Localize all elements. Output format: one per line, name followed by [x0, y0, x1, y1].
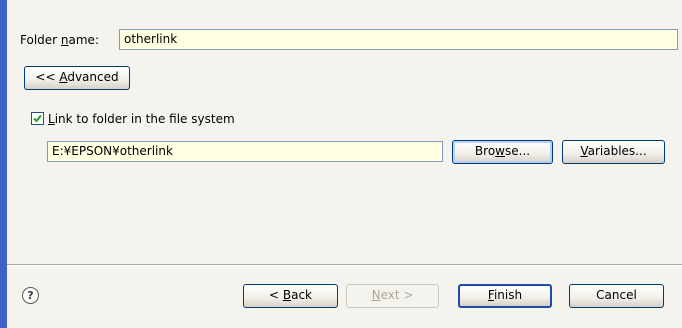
finish-button[interactable]: Finish [458, 284, 552, 308]
folder-name-input[interactable]: otherlink [119, 29, 678, 50]
link-path-input[interactable]: E:¥EPSON¥otherlink [47, 141, 443, 162]
link-path-value: E:¥EPSON¥otherlink [52, 144, 173, 158]
wizard-content-panel: Folder name: otherlink << Advanced Link … [7, 0, 682, 264]
cancel-button[interactable]: Cancel [569, 284, 664, 308]
browse-button[interactable]: Browse... [452, 140, 553, 164]
help-icon[interactable]: ? [22, 287, 39, 304]
advanced-button[interactable]: << Advanced [24, 66, 130, 90]
checkmark-icon [33, 114, 42, 123]
link-to-folder-label[interactable]: Link to folder in the file system [48, 111, 235, 127]
variables-button[interactable]: Variables... [562, 140, 665, 164]
back-button[interactable]: < Back [243, 284, 338, 308]
next-button[interactable]: Next > [346, 284, 439, 308]
left-accent-bar [0, 0, 7, 328]
link-to-folder-checkbox[interactable] [31, 112, 44, 125]
wizard-footer: ? < Back Next > Finish Cancel [7, 266, 682, 328]
folder-name-value: otherlink [124, 32, 178, 46]
folder-name-label: Folder name: [20, 33, 99, 47]
